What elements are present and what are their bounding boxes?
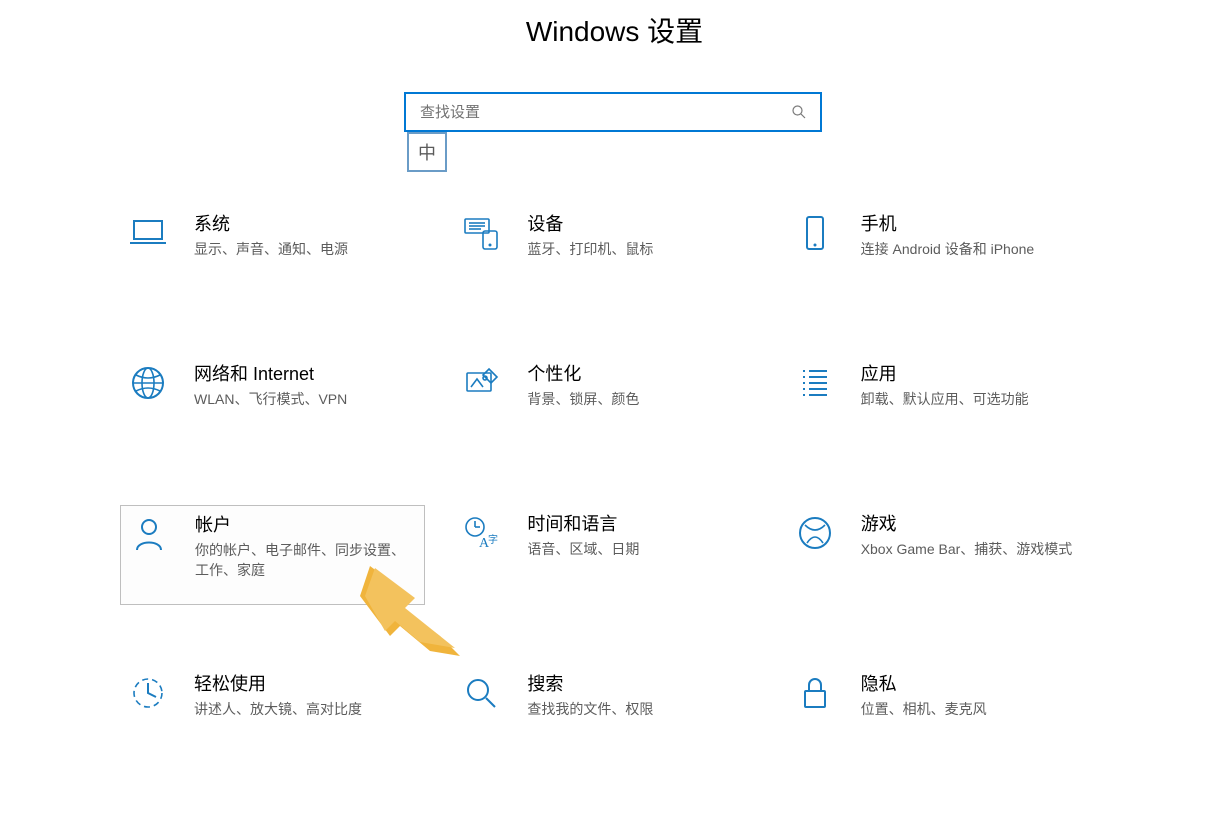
settings-grid: 系统 显示、声音、通知、电源 设备 蓝牙、打印机、鼠标 xyxy=(120,205,1120,819)
tile-desc: 查找我的文件、权限 xyxy=(527,699,750,719)
tile-title: 游戏 xyxy=(861,511,1084,537)
tile-title: 帐户 xyxy=(195,512,416,538)
row-5: 更新和安全 Windows 更新、恢复、备份 xyxy=(120,815,1120,819)
tile-title: 搜索 xyxy=(527,671,750,697)
tile-apps[interactable]: 应用 卸载、默认应用、可选功能 xyxy=(787,355,1092,415)
row-2: 网络和 Internet WLAN、飞行模式、VPN 个性化 背景、锁屏、颜色 xyxy=(120,355,1120,415)
tile-desc: 连接 Android 设备和 iPhone xyxy=(861,239,1084,259)
row-4: 轻松使用 讲述人、放大镜、高对比度 搜索 查找我的文件、权限 xyxy=(120,665,1120,725)
tile-desc: 位置、相机、麦克风 xyxy=(861,699,1084,719)
tile-network[interactable]: 网络和 Internet WLAN、飞行模式、VPN xyxy=(120,355,425,415)
tile-title: 轻松使用 xyxy=(194,671,417,697)
tile-desc: 显示、声音、通知、电源 xyxy=(194,239,417,259)
tile-title: 个性化 xyxy=(527,361,750,387)
lock-icon xyxy=(795,673,835,713)
devices-icon xyxy=(461,213,501,253)
settings-page: Windows 设置 中 系统 显示、声音、通知、电源 xyxy=(0,0,1229,819)
tile-gaming[interactable]: 游戏 Xbox Game Bar、捕获、游戏模式 xyxy=(787,505,1092,605)
tile-title: 设备 xyxy=(527,211,750,237)
tile-desc: 讲述人、放大镜、高对比度 xyxy=(194,699,417,719)
tile-time-language[interactable]: A 字 时间和语言 语音、区域、日期 xyxy=(453,505,758,605)
xbox-icon xyxy=(795,513,835,553)
magnify-icon xyxy=(461,673,501,713)
tile-personalization[interactable]: 个性化 背景、锁屏、颜色 xyxy=(453,355,758,415)
tile-ease-of-access[interactable]: 轻松使用 讲述人、放大镜、高对比度 xyxy=(120,665,425,725)
laptop-icon xyxy=(128,213,168,253)
phone-icon xyxy=(795,213,835,253)
time-language-icon: A 字 xyxy=(461,513,501,553)
row-1: 系统 显示、声音、通知、电源 设备 蓝牙、打印机、鼠标 xyxy=(120,205,1120,265)
tile-title: 时间和语言 xyxy=(527,511,750,537)
tile-update-security[interactable]: 更新和安全 Windows 更新、恢复、备份 xyxy=(120,815,430,819)
tile-desc: 蓝牙、打印机、鼠标 xyxy=(527,239,750,259)
tile-desc: 卸载、默认应用、可选功能 xyxy=(861,389,1084,409)
tile-privacy[interactable]: 隐私 位置、相机、麦克风 xyxy=(787,665,1092,725)
ease-icon xyxy=(128,673,168,713)
globe-icon xyxy=(128,363,168,403)
tile-title: 应用 xyxy=(861,361,1084,387)
apps-icon xyxy=(795,363,835,403)
tile-title: 网络和 Internet xyxy=(194,361,417,387)
svg-text:字: 字 xyxy=(488,533,498,546)
search-area xyxy=(404,92,824,132)
tile-title: 系统 xyxy=(194,211,417,237)
tile-desc: 你的帐户、电子邮件、同步设置、工作、家庭 xyxy=(195,540,416,580)
tile-devices[interactable]: 设备 蓝牙、打印机、鼠标 xyxy=(453,205,758,265)
person-icon xyxy=(129,514,169,554)
search-input[interactable] xyxy=(418,103,790,122)
page-title: Windows 设置 xyxy=(0,10,1229,50)
row-3: 帐户 你的帐户、电子邮件、同步设置、工作、家庭 A 字 时间和语言 语音、区域、… xyxy=(120,505,1120,605)
tile-desc: 背景、锁屏、颜色 xyxy=(527,389,750,409)
tile-phone[interactable]: 手机 连接 Android 设备和 iPhone xyxy=(787,205,1092,265)
tile-desc: 语音、区域、日期 xyxy=(527,539,750,559)
tile-desc: WLAN、飞行模式、VPN xyxy=(194,389,417,409)
tile-search[interactable]: 搜索 查找我的文件、权限 xyxy=(453,665,758,725)
ime-indicator[interactable]: 中 xyxy=(407,132,447,172)
search-box[interactable] xyxy=(404,92,822,132)
search-icon xyxy=(790,103,808,121)
tile-title: 隐私 xyxy=(861,671,1084,697)
tile-system[interactable]: 系统 显示、声音、通知、电源 xyxy=(120,205,425,265)
tile-title: 手机 xyxy=(861,211,1084,237)
tile-accounts[interactable]: 帐户 你的帐户、电子邮件、同步设置、工作、家庭 xyxy=(120,505,425,605)
paint-icon xyxy=(461,363,501,403)
tile-desc: Xbox Game Bar、捕获、游戏模式 xyxy=(861,539,1084,559)
